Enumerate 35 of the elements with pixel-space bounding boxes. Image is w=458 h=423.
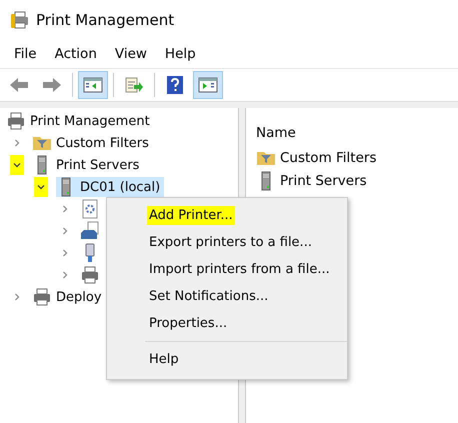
menu-item[interactable]: Import printers from a file... [147, 260, 332, 279]
help-icon [167, 76, 183, 94]
expander-icon[interactable] [10, 155, 24, 175]
pane-window-icon [198, 77, 218, 93]
menu-item[interactable]: Set Notifications... [147, 287, 270, 306]
printer-icon [80, 265, 100, 285]
export-list-icon [124, 77, 144, 93]
menu-item[interactable]: Help [147, 350, 181, 369]
menu-item[interactable]: Help [156, 44, 204, 64]
menu-item[interactable]: Add Printer... [147, 206, 235, 225]
column-header[interactable]: Name [256, 120, 316, 146]
tree-item[interactable]: Custom Filters [32, 133, 153, 153]
forward-arrow-icon [42, 77, 62, 93]
menu-item[interactable]: Properties... [147, 314, 230, 333]
menu-item[interactable]: File [6, 44, 45, 64]
tree-item[interactable]: Print Management [6, 111, 154, 131]
tree-item[interactable]: DC01 (local) [56, 177, 164, 197]
menu-item[interactable]: Export printers to a file... [147, 233, 314, 252]
menu-item[interactable]: Action [46, 44, 105, 64]
expander-icon[interactable] [34, 177, 48, 197]
printer-icon [32, 287, 52, 307]
action-pane-button[interactable] [193, 71, 223, 99]
document-tray-icon [80, 221, 100, 241]
window-title: Print Management [36, 11, 174, 29]
tree-item[interactable]: Deploy [32, 287, 106, 307]
tree-item[interactable]: Print Servers [32, 155, 144, 175]
list-item[interactable]: Print Servers [256, 169, 458, 192]
printer-icon [10, 10, 30, 30]
pane-window-icon [83, 77, 103, 93]
console-tree-button[interactable] [78, 71, 108, 99]
printer-icon [6, 111, 26, 131]
list-item[interactable]: Custom Filters [256, 146, 458, 169]
menu-item[interactable]: View [106, 44, 155, 64]
back-arrow-icon [9, 77, 29, 93]
gear-document-icon [80, 199, 100, 219]
